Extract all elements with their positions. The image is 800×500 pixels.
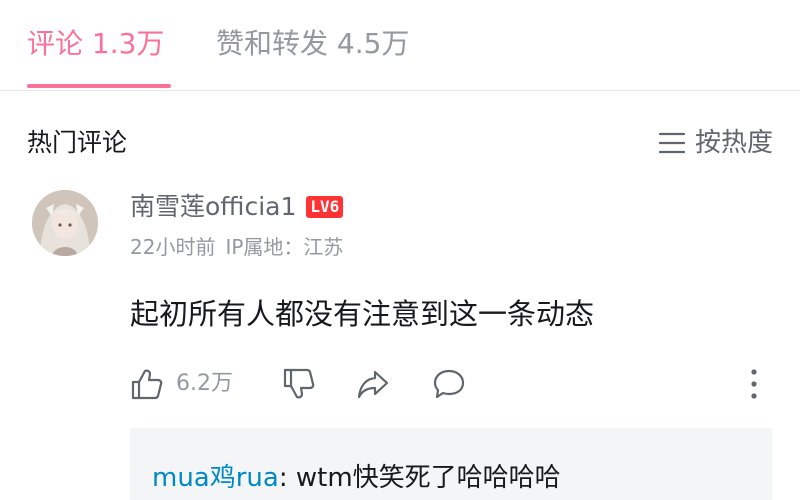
sort-lines-icon — [658, 132, 685, 154]
comment-time: 22小时前 — [130, 235, 216, 259]
section-title: 热门评论 — [27, 128, 128, 157]
active-tab-indicator — [27, 84, 171, 88]
comment-action-bar: 6.2万 — [130, 364, 770, 404]
vertical-dots-icon — [751, 369, 757, 399]
reply-separator: : — [278, 463, 288, 493]
like-button[interactable]: 6.2万 — [130, 364, 233, 404]
comment-panel: 评论 1.3万 赞和转发 4.5万 热门评论 按热度 南雪莲officia1 L… — [0, 0, 800, 500]
sort-button[interactable]: 按热度 — [658, 125, 773, 161]
share-arrow-icon — [357, 370, 389, 399]
share-button[interactable] — [356, 364, 390, 404]
comment-header: 南雪莲officia1 LV6 — [130, 190, 344, 224]
reply-line: mua鸡rua: wtm快笑死了哈哈哈哈 — [152, 458, 561, 498]
tab-comments[interactable]: 评论 1.3万 — [27, 24, 164, 64]
more-options-button[interactable] — [742, 364, 766, 404]
reply-preview[interactable]: mua鸡rua: wtm快笑死了哈哈哈哈 — [130, 428, 772, 500]
thumbs-up-icon — [131, 369, 163, 400]
reply-button[interactable] — [432, 364, 466, 404]
level-badge: LV6 — [306, 196, 344, 218]
avatar[interactable] — [32, 190, 98, 256]
like-count: 6.2万 — [176, 371, 233, 396]
reply-text: wtm快笑死了哈哈哈哈 — [287, 463, 561, 493]
comment-ip-location: IP属地：江苏 — [225, 235, 344, 259]
reply-username[interactable]: mua鸡rua — [152, 463, 279, 493]
thumbs-down-icon — [283, 368, 315, 399]
speech-bubble-icon — [433, 369, 465, 399]
comment-text: 起初所有人都没有注意到这一条动态 — [130, 297, 595, 331]
tab-likes-reposts[interactable]: 赞和转发 4.5万 — [216, 24, 409, 64]
comment-username[interactable]: 南雪莲officia1 — [130, 190, 296, 224]
tab-bar: 评论 1.3万 赞和转发 4.5万 — [0, 0, 800, 91]
dislike-button[interactable] — [282, 364, 316, 404]
comment-meta: 22小时前 IP属地：江苏 — [130, 232, 343, 262]
avatar-image — [32, 190, 98, 256]
sort-label: 按热度 — [694, 128, 773, 158]
